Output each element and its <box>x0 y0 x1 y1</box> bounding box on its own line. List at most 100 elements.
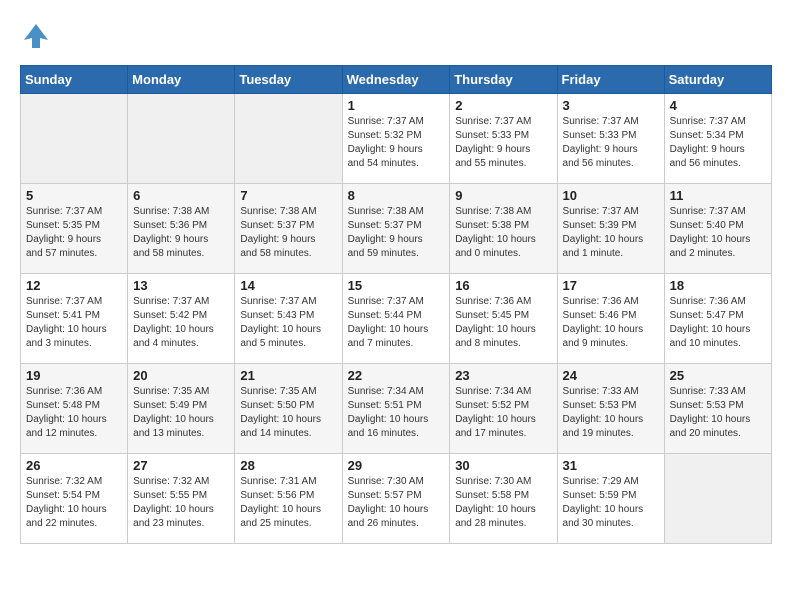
day-number: 6 <box>133 188 229 203</box>
calendar-cell: 12 Sunrise: 7:37 AM Sunset: 5:41 PM Dayli… <box>21 274 128 364</box>
day-number: 18 <box>670 278 766 293</box>
logo <box>20 20 56 57</box>
day-header-wednesday: Wednesday <box>342 66 450 94</box>
day-number: 1 <box>348 98 445 113</box>
calendar-cell: 22 Sunrise: 7:34 AM Sunset: 5:51 PM Dayli… <box>342 364 450 454</box>
calendar-cell: 4 Sunrise: 7:37 AM Sunset: 5:34 PM Daylig… <box>664 94 771 184</box>
day-info: Sunrise: 7:37 AM Sunset: 5:32 PM Dayligh… <box>348 115 445 171</box>
day-number: 16 <box>455 278 551 293</box>
day-info: Sunrise: 7:36 AM Sunset: 5:48 PM Dayligh… <box>26 385 122 441</box>
day-info: Sunrise: 7:38 AM Sunset: 5:37 PM Dayligh… <box>240 205 336 261</box>
day-info: Sunrise: 7:37 AM Sunset: 5:40 PM Dayligh… <box>670 205 766 261</box>
calendar-cell: 27 Sunrise: 7:32 AM Sunset: 5:55 PM Dayli… <box>128 454 235 544</box>
calendar-cell: 5 Sunrise: 7:37 AM Sunset: 5:35 PM Daylig… <box>21 184 128 274</box>
day-number: 15 <box>348 278 445 293</box>
day-info: Sunrise: 7:36 AM Sunset: 5:46 PM Dayligh… <box>563 295 659 351</box>
day-number: 7 <box>240 188 336 203</box>
day-info: Sunrise: 7:30 AM Sunset: 5:58 PM Dayligh… <box>455 475 551 531</box>
day-number: 22 <box>348 368 445 383</box>
day-info: Sunrise: 7:32 AM Sunset: 5:55 PM Dayligh… <box>133 475 229 531</box>
day-number: 13 <box>133 278 229 293</box>
day-info: Sunrise: 7:37 AM Sunset: 5:39 PM Dayligh… <box>563 205 659 261</box>
day-header-sunday: Sunday <box>21 66 128 94</box>
day-info: Sunrise: 7:37 AM Sunset: 5:33 PM Dayligh… <box>455 115 551 171</box>
logo-bird-icon <box>20 20 52 57</box>
day-header-monday: Monday <box>128 66 235 94</box>
day-number: 24 <box>563 368 659 383</box>
day-header-saturday: Saturday <box>664 66 771 94</box>
day-number: 9 <box>455 188 551 203</box>
calendar-header-row: SundayMondayTuesdayWednesdayThursdayFrid… <box>21 66 772 94</box>
calendar-cell: 3 Sunrise: 7:37 AM Sunset: 5:33 PM Daylig… <box>557 94 664 184</box>
calendar-cell: 20 Sunrise: 7:35 AM Sunset: 5:49 PM Dayli… <box>128 364 235 454</box>
calendar-cell: 25Sunrise: 7:33 AM Sunset: 5:53 PM Dayli… <box>664 364 771 454</box>
day-info: Sunrise: 7:29 AM Sunset: 5:59 PM Dayligh… <box>563 475 659 531</box>
day-number: 11 <box>670 188 766 203</box>
calendar-cell: 10 Sunrise: 7:37 AM Sunset: 5:39 PM Dayli… <box>557 184 664 274</box>
calendar-cell <box>235 94 342 184</box>
calendar-cell: 21Sunrise: 7:35 AM Sunset: 5:50 PM Dayli… <box>235 364 342 454</box>
calendar-cell <box>128 94 235 184</box>
calendar-cell: 24Sunrise: 7:33 AM Sunset: 5:53 PM Dayli… <box>557 364 664 454</box>
day-number: 26 <box>26 458 122 473</box>
day-info: Sunrise: 7:36 AM Sunset: 5:45 PM Dayligh… <box>455 295 551 351</box>
calendar-week-0: 1 Sunrise: 7:37 AM Sunset: 5:32 PM Daylig… <box>21 94 772 184</box>
day-number: 5 <box>26 188 122 203</box>
day-number: 4 <box>670 98 766 113</box>
day-number: 27 <box>133 458 229 473</box>
calendar-cell: 29Sunrise: 7:30 AM Sunset: 5:57 PM Dayli… <box>342 454 450 544</box>
day-number: 8 <box>348 188 445 203</box>
day-info: Sunrise: 7:38 AM Sunset: 5:38 PM Dayligh… <box>455 205 551 261</box>
calendar-week-3: 19 Sunrise: 7:36 AM Sunset: 5:48 PM Dayli… <box>21 364 772 454</box>
day-info: Sunrise: 7:37 AM Sunset: 5:44 PM Dayligh… <box>348 295 445 351</box>
day-info: Sunrise: 7:38 AM Sunset: 5:36 PM Dayligh… <box>133 205 229 261</box>
day-info: Sunrise: 7:37 AM Sunset: 5:34 PM Dayligh… <box>670 115 766 171</box>
day-info: Sunrise: 7:37 AM Sunset: 5:43 PM Dayligh… <box>240 295 336 351</box>
calendar-cell: 16 Sunrise: 7:36 AM Sunset: 5:45 PM Dayli… <box>450 274 557 364</box>
day-info: Sunrise: 7:35 AM Sunset: 5:49 PM Dayligh… <box>133 385 229 441</box>
calendar-cell: 6 Sunrise: 7:38 AM Sunset: 5:36 PM Daylig… <box>128 184 235 274</box>
calendar-cell: 14 Sunrise: 7:37 AM Sunset: 5:43 PM Dayli… <box>235 274 342 364</box>
day-header-thursday: Thursday <box>450 66 557 94</box>
day-info: Sunrise: 7:37 AM Sunset: 5:41 PM Dayligh… <box>26 295 122 351</box>
day-number: 31 <box>563 458 659 473</box>
calendar-cell: 13Sunrise: 7:37 AM Sunset: 5:42 PM Dayli… <box>128 274 235 364</box>
day-info: Sunrise: 7:37 AM Sunset: 5:33 PM Dayligh… <box>563 115 659 171</box>
calendar-cell: 2Sunrise: 7:37 AM Sunset: 5:33 PM Daylig… <box>450 94 557 184</box>
calendar-cell: 17Sunrise: 7:36 AM Sunset: 5:46 PM Dayli… <box>557 274 664 364</box>
header <box>20 20 772 57</box>
day-number: 20 <box>133 368 229 383</box>
day-number: 23 <box>455 368 551 383</box>
day-info: Sunrise: 7:32 AM Sunset: 5:54 PM Dayligh… <box>26 475 122 531</box>
calendar-cell <box>21 94 128 184</box>
calendar-cell: 23 Sunrise: 7:34 AM Sunset: 5:52 PM Dayli… <box>450 364 557 454</box>
day-info: Sunrise: 7:36 AM Sunset: 5:47 PM Dayligh… <box>670 295 766 351</box>
day-number: 29 <box>348 458 445 473</box>
calendar-week-4: 26 Sunrise: 7:32 AM Sunset: 5:54 PM Dayli… <box>21 454 772 544</box>
calendar-cell: 9 Sunrise: 7:38 AM Sunset: 5:38 PM Daylig… <box>450 184 557 274</box>
day-number: 12 <box>26 278 122 293</box>
calendar-table: SundayMondayTuesdayWednesdayThursdayFrid… <box>20 65 772 544</box>
day-number: 21 <box>240 368 336 383</box>
day-number: 28 <box>240 458 336 473</box>
calendar-week-1: 5 Sunrise: 7:37 AM Sunset: 5:35 PM Daylig… <box>21 184 772 274</box>
day-number: 3 <box>563 98 659 113</box>
calendar-cell: 31 Sunrise: 7:29 AM Sunset: 5:59 PM Dayli… <box>557 454 664 544</box>
day-number: 14 <box>240 278 336 293</box>
day-info: Sunrise: 7:37 AM Sunset: 5:35 PM Dayligh… <box>26 205 122 261</box>
calendar-cell <box>664 454 771 544</box>
calendar-cell: 11 Sunrise: 7:37 AM Sunset: 5:40 PM Dayli… <box>664 184 771 274</box>
day-info: Sunrise: 7:34 AM Sunset: 5:51 PM Dayligh… <box>348 385 445 441</box>
day-number: 10 <box>563 188 659 203</box>
calendar-cell: 28Sunrise: 7:31 AM Sunset: 5:56 PM Dayli… <box>235 454 342 544</box>
day-header-tuesday: Tuesday <box>235 66 342 94</box>
day-info: Sunrise: 7:38 AM Sunset: 5:37 PM Dayligh… <box>348 205 445 261</box>
calendar-cell: 19 Sunrise: 7:36 AM Sunset: 5:48 PM Dayli… <box>21 364 128 454</box>
day-info: Sunrise: 7:34 AM Sunset: 5:52 PM Dayligh… <box>455 385 551 441</box>
calendar-cell: 26 Sunrise: 7:32 AM Sunset: 5:54 PM Dayli… <box>21 454 128 544</box>
day-number: 19 <box>26 368 122 383</box>
calendar-cell: 18 Sunrise: 7:36 AM Sunset: 5:47 PM Dayli… <box>664 274 771 364</box>
calendar-cell: 30 Sunrise: 7:30 AM Sunset: 5:58 PM Dayli… <box>450 454 557 544</box>
day-number: 30 <box>455 458 551 473</box>
calendar-cell: 7 Sunrise: 7:38 AM Sunset: 5:37 PM Daylig… <box>235 184 342 274</box>
